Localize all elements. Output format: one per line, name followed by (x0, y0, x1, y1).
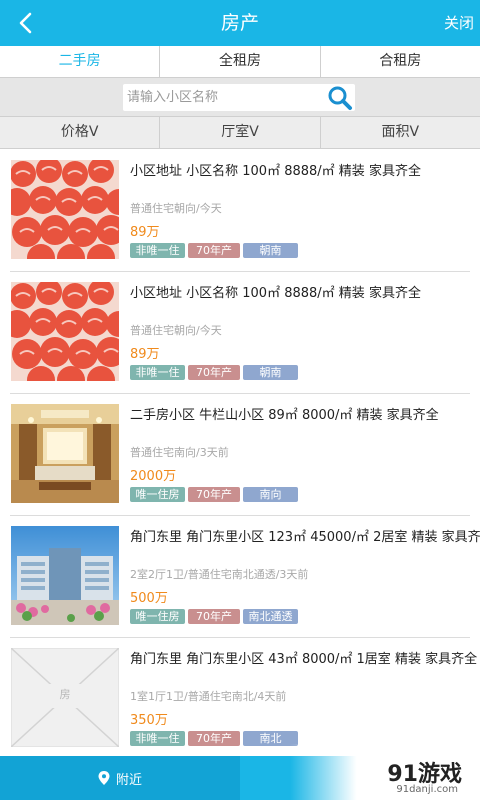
list-item[interactable]: 角门东里 角门东里小区 123㎡ 45000/㎡ 2居室 精装 家具齐全 2室2… (0, 516, 480, 638)
listing-tags: 唯一住房 70年产权 南向 (130, 487, 298, 516)
listing-meta: 1室1厅1卫/普通住宅南北/4天前 (130, 690, 287, 703)
top-bar: 房产 关闭 (0, 0, 480, 46)
listing-info: 小区地址 小区名称 100㎡ 8888/㎡ 精装 家具齐全 普通住宅朝向/今天 … (130, 150, 476, 272)
tag-orientation: 南向 (243, 487, 298, 502)
page-title: 房产 (220, 12, 259, 34)
search-row (0, 78, 480, 117)
listing-price: 2000万 (130, 469, 177, 484)
listing-title: 角门东里 角门东里小区 123㎡ 45000/㎡ 2居室 精装 家具齐全 (130, 530, 480, 545)
search-box (123, 84, 355, 111)
svg-text:房: 房 (60, 688, 71, 701)
tag-property-rights: 70年产权 (188, 243, 240, 272)
list-item[interactable]: 二手房小区 牛栏山小区 89㎡ 8000/㎡ 精装 家具齐全 普通住宅南向/3天… (0, 394, 480, 516)
listing-title: 小区地址 小区名称 100㎡ 8888/㎡ 精装 家具齐全 (130, 286, 421, 301)
tag-ownership: 非唯一住房 (130, 365, 185, 394)
tag-ownership: 唯一住房 (130, 609, 185, 624)
tag-property-rights: 70年产权 (188, 487, 240, 516)
listing-price: 500万 (130, 591, 168, 606)
category-tabs: 二手房 全租房 合租房 (0, 46, 480, 78)
listing-meta: 普通住宅朝向/今天 (130, 202, 222, 215)
filter-area[interactable]: 面积V (321, 117, 480, 148)
building-photo (11, 526, 119, 625)
filter-price[interactable]: 价格V (0, 117, 161, 148)
listing-title: 小区地址 小区名称 100㎡ 8888/㎡ 精装 家具齐全 (130, 164, 421, 179)
listing-list: 小区地址 小区名称 100㎡ 8888/㎡ 精装 家具齐全 普通住宅朝向/今天 … (0, 150, 480, 756)
tag-orientation: 南北通透 (243, 609, 298, 624)
living-room-photo (11, 404, 119, 503)
tag-ownership: 非唯一住房 (130, 731, 185, 756)
listing-title: 角门东里 角门东里小区 43㎡ 8000/㎡ 1居室 精装 家具齐全 (130, 652, 478, 667)
listing-tags: 非唯一住房 70年产权 南北 (130, 731, 298, 756)
filter-rooms[interactable]: 厅室V (160, 117, 321, 148)
food-photo (11, 282, 119, 381)
listing-price: 350万 (130, 713, 168, 728)
close-button[interactable]: 关闭 (444, 0, 474, 46)
tab-whole-rent[interactable]: 全租房 (160, 46, 321, 77)
tag-ownership: 唯一住房 (130, 487, 185, 502)
listing-info: 角门东里 角门东里小区 123㎡ 45000/㎡ 2居室 精装 家具齐全 2室2… (130, 516, 480, 638)
list-item[interactable]: 房 角门东里 角门东里小区 43㎡ 8000/㎡ 1居室 精装 家具齐全 1室1… (0, 638, 480, 756)
tag-orientation: 朝南 (243, 243, 298, 258)
listing-title: 二手房小区 牛栏山小区 89㎡ 8000/㎡ 精装 家具齐全 (130, 408, 439, 423)
search-input[interactable] (127, 84, 327, 111)
watermark-site: 91danji.com (396, 784, 458, 795)
food-photo (11, 160, 119, 259)
listing-tags: 非唯一住房 70年产权 朝南 (130, 243, 298, 272)
filter-bar: 价格V 厅室V 面积V (0, 117, 480, 149)
list-item[interactable]: 小区地址 小区名称 100㎡ 8888/㎡ 精装 家具齐全 普通住宅朝向/今天 … (0, 272, 480, 394)
listing-meta: 2室2厅1卫/普通住宅南北通透/3天前 (130, 568, 309, 581)
listing-price: 89万 (130, 225, 160, 240)
list-item[interactable]: 小区地址 小区名称 100㎡ 8888/㎡ 精装 家具齐全 普通住宅朝向/今天 … (0, 150, 480, 272)
listing-info: 二手房小区 牛栏山小区 89㎡ 8000/㎡ 精装 家具齐全 普通住宅南向/3天… (130, 394, 476, 516)
listing-info: 角门东里 角门东里小区 43㎡ 8000/㎡ 1居室 精装 家具齐全 1室1厅1… (130, 638, 478, 756)
tab-second-hand[interactable]: 二手房 (0, 46, 161, 77)
listing-meta: 普通住宅南向/3天前 (130, 446, 229, 459)
location-pin-icon (98, 771, 110, 785)
listing-price: 89万 (130, 347, 160, 362)
listing-meta: 普通住宅朝向/今天 (130, 324, 222, 337)
tag-ownership: 非唯一住房 (130, 243, 185, 272)
listing-info: 小区地址 小区名称 100㎡ 8888/㎡ 精装 家具齐全 普通住宅朝向/今天 … (130, 272, 476, 394)
nearby-label: 附近 (115, 772, 142, 788)
tab-shared-rent[interactable]: 合租房 (321, 46, 480, 77)
listing-tags: 非唯一住房 70年产权 朝南 (130, 365, 298, 394)
search-icon[interactable] (327, 85, 353, 111)
nearby-button[interactable]: 附近 (0, 756, 240, 800)
watermark: 91游戏 91danji.com (290, 744, 480, 800)
tag-property-rights: 70年产权 (188, 365, 240, 394)
tag-orientation: 朝南 (243, 365, 298, 380)
tag-property-rights: 70年产权 (188, 609, 240, 638)
listing-tags: 唯一住房 70年产权 南北通透 (130, 609, 298, 638)
tag-property-rights: 70年产权 (188, 731, 240, 756)
placeholder-image: 房 (11, 648, 119, 747)
